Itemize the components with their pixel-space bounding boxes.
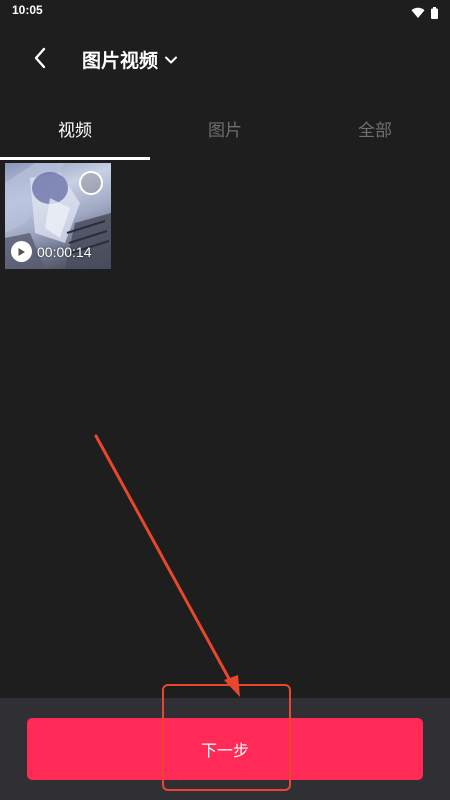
tab-video[interactable]: 视频 <box>0 104 150 160</box>
bottom-bar: 下一步 <box>0 698 450 800</box>
battery-icon <box>431 4 438 23</box>
tab-all[interactable]: 全部 <box>300 104 450 160</box>
media-grid: 00:00:14 <box>5 163 111 269</box>
tab-image[interactable]: 图片 <box>150 104 300 160</box>
header: 图片视频 <box>0 36 450 84</box>
duration-label: 00:00:14 <box>37 243 92 260</box>
chevron-down-icon <box>164 50 178 69</box>
status-icons <box>411 4 438 23</box>
status-time: 10:05 <box>12 3 43 17</box>
media-thumbnail[interactable]: 00:00:14 <box>5 163 111 269</box>
video-duration: 00:00:14 <box>11 241 92 262</box>
play-icon <box>11 241 32 262</box>
select-checkbox[interactable] <box>79 171 103 195</box>
status-bar: 10:05 <box>0 0 450 22</box>
wifi-icon <box>411 4 425 23</box>
page-title: 图片视频 <box>82 50 159 72</box>
album-selector[interactable]: 图片视频 <box>82 46 178 73</box>
back-button[interactable] <box>24 44 56 76</box>
chevron-left-icon <box>32 46 48 74</box>
next-step-button[interactable]: 下一步 <box>27 718 423 780</box>
media-type-tabs: 视频 图片 全部 <box>0 104 450 160</box>
